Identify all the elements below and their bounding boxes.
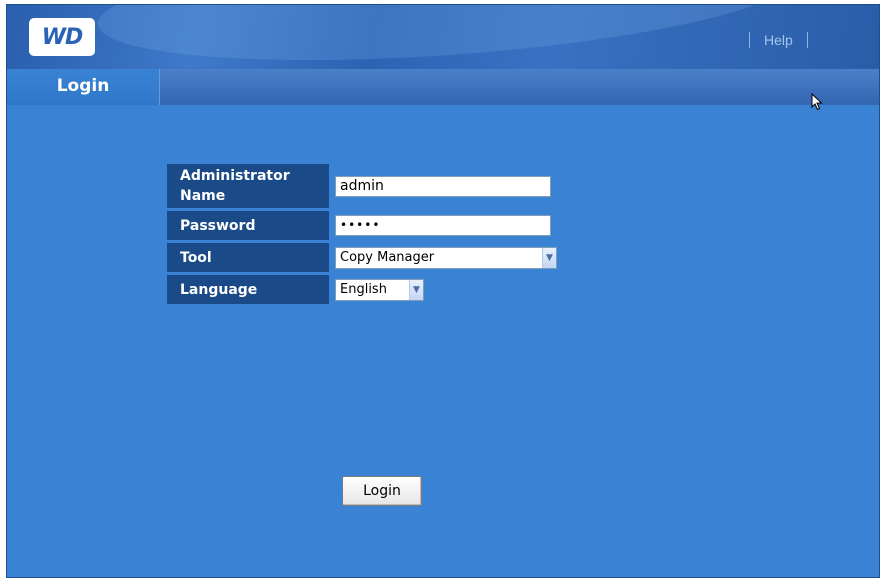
- logo-text: WD: [41, 24, 84, 50]
- password-label: Password: [167, 211, 329, 240]
- tab-login[interactable]: Login: [7, 69, 159, 105]
- language-row: Language English ▼: [167, 275, 587, 304]
- chevron-down-icon[interactable]: ▼: [542, 247, 556, 268]
- header-links: Help: [735, 31, 822, 49]
- header-divider-left: [749, 32, 750, 48]
- language-select[interactable]: English ▼: [335, 278, 424, 301]
- language-field-wrap: English ▼: [329, 275, 424, 304]
- help-link[interactable]: Help: [764, 32, 793, 48]
- login-button[interactable]: Login: [342, 476, 422, 506]
- header-divider-right: [806, 32, 808, 48]
- tool-label: Tool: [167, 243, 329, 272]
- tool-select-value: Copy Manager: [340, 250, 435, 265]
- header-swoosh-decoration: [94, 5, 800, 69]
- admin-name-row: Administrator Name admin: [167, 164, 587, 208]
- tool-field-wrap: Copy Manager ▼: [329, 243, 557, 272]
- chevron-down-icon[interactable]: ▼: [409, 279, 423, 300]
- header-banner: WD Help: [7, 5, 879, 69]
- app-window: WD Help Login Administrator Name admin P…: [6, 4, 880, 578]
- admin-name-label: Administrator Name: [167, 164, 329, 208]
- tool-row: Tool Copy Manager ▼: [167, 243, 587, 272]
- cursor-arrow-icon: [811, 93, 823, 111]
- tab-bar-filler: [159, 69, 879, 105]
- tab-bar: Login: [7, 69, 879, 105]
- login-form: Administrator Name admin Password ••••• …: [167, 164, 587, 506]
- tool-select[interactable]: Copy Manager ▼: [335, 246, 557, 269]
- password-field-wrap: •••••: [329, 211, 551, 240]
- wd-logo: WD: [29, 18, 95, 56]
- language-label: Language: [167, 275, 329, 304]
- admin-name-input[interactable]: admin: [335, 175, 551, 197]
- language-select-value: English: [340, 282, 387, 297]
- password-row: Password •••••: [167, 211, 587, 240]
- password-input[interactable]: •••••: [335, 215, 551, 236]
- admin-name-field-wrap: admin: [329, 164, 551, 208]
